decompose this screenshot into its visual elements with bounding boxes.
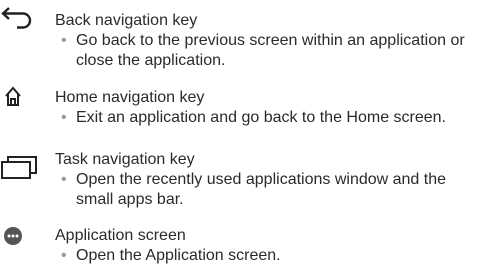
item-description: • Exit an application and go back to the…	[61, 108, 481, 128]
item-description-text: Exit an application and go back to the H…	[76, 109, 446, 126]
home-icon	[0, 84, 44, 114]
bullet-marker: •	[61, 171, 67, 188]
item-title: Back navigation key	[55, 12, 198, 29]
item-description: • Go back to the previous screen within …	[61, 31, 481, 71]
bullet-marker: •	[61, 109, 67, 126]
item-description-text: Open the recently used applications wind…	[76, 171, 447, 208]
item-title: Application screen	[55, 227, 186, 244]
item-title: Task navigation key	[55, 151, 195, 168]
recent-apps-icon	[0, 154, 44, 184]
item-description-text: Go back to the previous screen within an…	[76, 32, 465, 69]
item-description-text: Open the Application screen.	[76, 247, 281, 264]
bullet-marker: •	[61, 247, 67, 264]
bullet-marker: •	[61, 32, 67, 49]
item-description: • Open the recently used applications wi…	[61, 170, 481, 210]
back-arrow-icon	[0, 6, 44, 36]
item-description: • Open the Application screen.	[61, 246, 481, 266]
apps-grid-icon	[0, 224, 44, 254]
item-title: Home navigation key	[55, 89, 205, 106]
